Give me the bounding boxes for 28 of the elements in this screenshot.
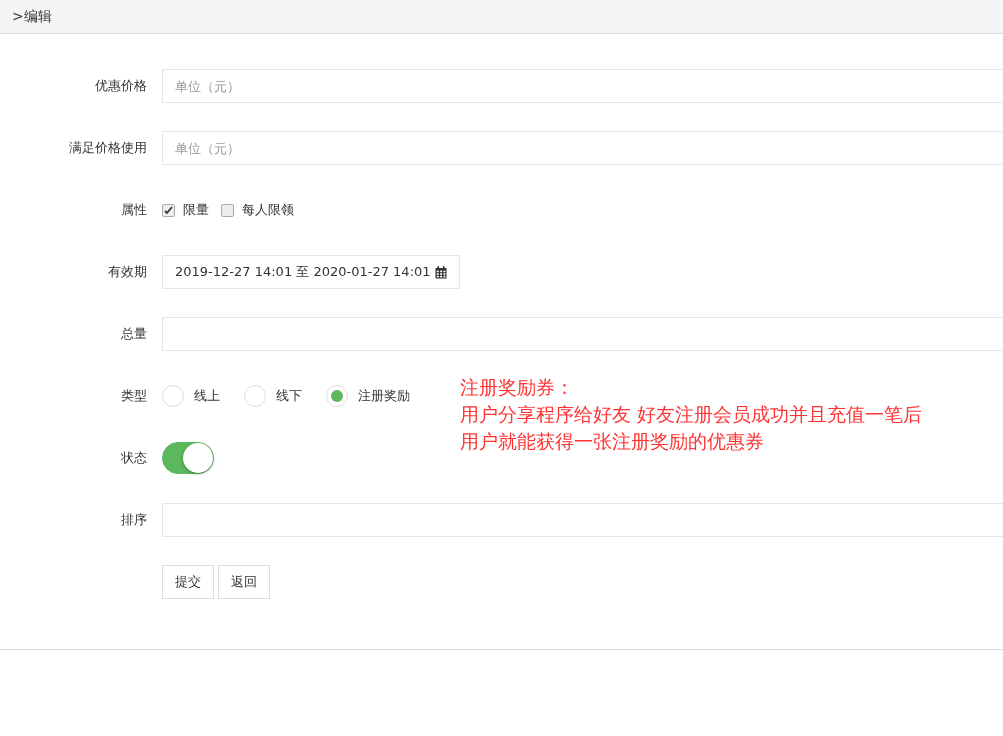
radio-label: 注册奖励 bbox=[358, 387, 410, 405]
radio-label: 线上 bbox=[194, 387, 220, 405]
calendar-icon bbox=[434, 265, 447, 279]
field-label: 总量 bbox=[121, 325, 147, 343]
input-field[interactable]: 单位（元） bbox=[162, 131, 1003, 165]
radio-label: 线下 bbox=[276, 387, 302, 405]
annotation-text: 注册奖励券： bbox=[460, 375, 575, 400]
checkbox-label: 每人限领 bbox=[242, 201, 294, 219]
field-label: 满足价格使用 bbox=[69, 139, 147, 157]
annotation-text: 用户就能获得一张注册奖励的优惠券 bbox=[460, 429, 765, 454]
input-field[interactable] bbox=[162, 503, 1003, 537]
breadcrumb: >编辑 bbox=[12, 7, 52, 26]
input-field[interactable] bbox=[162, 317, 1003, 351]
toggle-switch[interactable] bbox=[162, 442, 214, 474]
field-label: 状态 bbox=[121, 449, 147, 467]
input-field[interactable]: 单位（元） bbox=[162, 69, 1003, 103]
checkbox[interactable] bbox=[221, 203, 234, 217]
field-label: 属性 bbox=[121, 201, 147, 219]
field-label: 有效期 bbox=[108, 263, 147, 281]
checkbox[interactable] bbox=[162, 203, 175, 217]
form-button[interactable]: 返回 bbox=[218, 565, 270, 599]
field-label: 类型 bbox=[121, 387, 147, 405]
checkbox-label: 限量 bbox=[183, 201, 209, 219]
date-range-field[interactable]: 2019-12-27 14:01 至 2020-01-27 14:01 bbox=[162, 255, 460, 289]
form-button[interactable]: 提交 bbox=[162, 565, 214, 599]
field-label: 排序 bbox=[121, 511, 147, 529]
annotation-text: 用户分享程序给好友 好友注册会员成功并且充值一笔后 bbox=[460, 402, 923, 427]
field-label: 优惠价格 bbox=[95, 77, 147, 95]
